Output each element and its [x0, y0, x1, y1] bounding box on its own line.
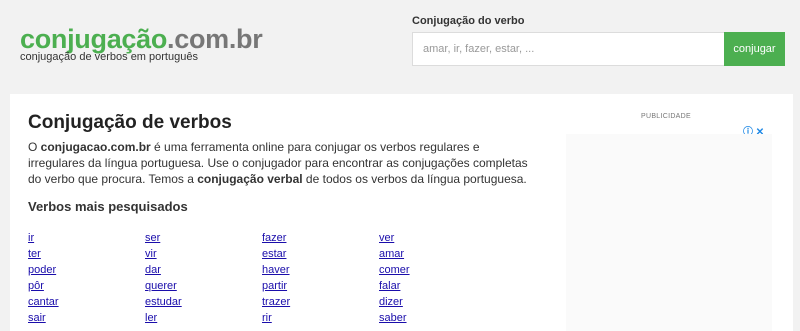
verb-link[interactable]: dar: [145, 262, 262, 278]
verb-link[interactable]: ser: [145, 230, 262, 246]
intro-text-3: de todos os verbos da língua portuguesa.: [302, 172, 527, 186]
verb-link[interactable]: saber: [379, 310, 496, 326]
verb-link[interactable]: cantar: [28, 294, 145, 310]
verb-search-input[interactable]: [412, 32, 724, 66]
intro-text-1: O: [28, 140, 41, 154]
verb-link[interactable]: rir: [262, 310, 379, 326]
ad-placeholder: [566, 134, 772, 331]
verb-link[interactable]: haver: [262, 262, 379, 278]
verb-link[interactable]: ver: [379, 230, 496, 246]
conjugate-button[interactable]: conjugar: [724, 32, 785, 66]
section-title: Verbos mais pesquisados: [28, 199, 188, 214]
verb-link[interactable]: estar: [262, 246, 379, 262]
verb-link[interactable]: ler: [145, 310, 262, 326]
logo-brand: conjugação: [20, 24, 168, 54]
site-tagline: conjugação de verbos em português: [20, 51, 198, 63]
verb-link[interactable]: partir: [262, 278, 379, 294]
intro-site-name: conjugacao.com.br: [40, 140, 151, 154]
verb-link[interactable]: dizer: [379, 294, 496, 310]
popular-verbs-list: ir ser fazer ver ter vir estar amar pode…: [28, 230, 498, 326]
search-label: Conjugação do verbo: [412, 15, 525, 27]
intro-bold-term: conjugação verbal: [197, 172, 303, 186]
verb-link[interactable]: falar: [379, 278, 496, 294]
ad-label: PUBLICIDADE: [641, 113, 691, 120]
verb-link[interactable]: estudar: [145, 294, 262, 310]
logo-tld: .com.br: [167, 24, 263, 54]
verb-link[interactable]: pôr: [28, 278, 145, 294]
verb-link[interactable]: ter: [28, 246, 145, 262]
site-header: conjugação.com.br conjugação de verbos e…: [0, 0, 800, 94]
verb-link[interactable]: sair: [28, 310, 145, 326]
verb-link[interactable]: trazer: [262, 294, 379, 310]
verb-link[interactable]: amar: [379, 246, 496, 262]
verb-link[interactable]: vir: [145, 246, 262, 262]
verb-link[interactable]: poder: [28, 262, 145, 278]
verb-link[interactable]: querer: [145, 278, 262, 294]
search-form: conjugar: [412, 32, 785, 66]
verb-link[interactable]: fazer: [262, 230, 379, 246]
main-content-card: Conjugação de verbos O conjugacao.com.br…: [10, 94, 793, 331]
verb-link[interactable]: comer: [379, 262, 496, 278]
site-logo[interactable]: conjugação.com.br: [20, 24, 263, 54]
page-title: Conjugação de verbos: [28, 112, 232, 133]
intro-paragraph: O conjugacao.com.br é uma ferramenta onl…: [28, 139, 528, 187]
verb-link[interactable]: ir: [28, 230, 145, 246]
